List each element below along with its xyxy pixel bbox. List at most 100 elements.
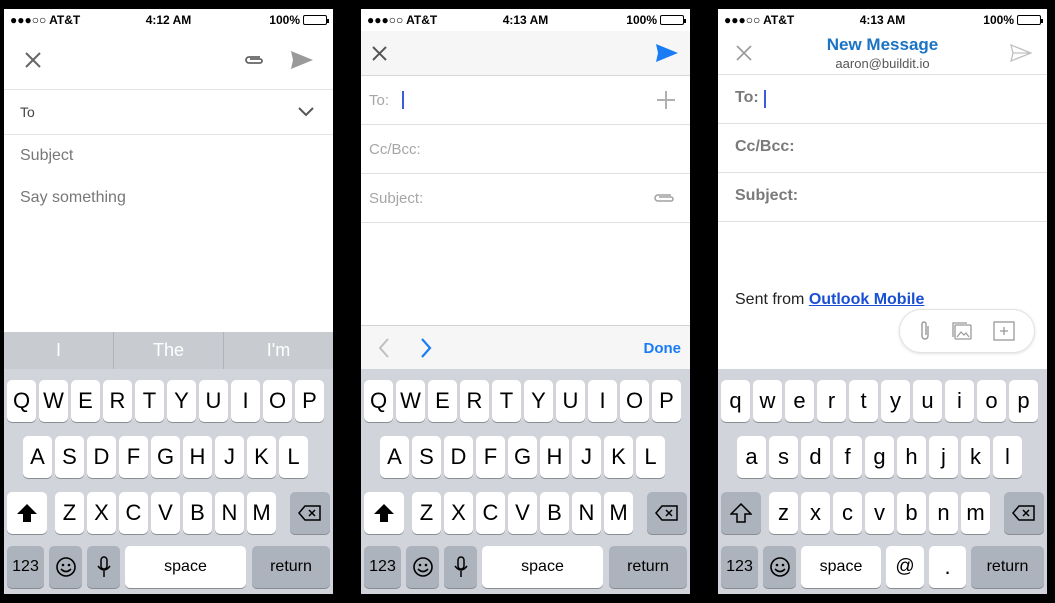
space-key[interactable]: space	[482, 546, 603, 588]
key-j[interactable]: j	[929, 436, 958, 478]
key-g[interactable]: g	[865, 436, 894, 478]
shift-key[interactable]	[364, 492, 404, 534]
key-o[interactable]: o	[977, 380, 1006, 422]
paperclip-icon[interactable]	[919, 320, 931, 342]
chevron-down-icon[interactable]	[297, 104, 315, 120]
emoji-key[interactable]	[49, 546, 82, 588]
key-a[interactable]: A	[380, 436, 409, 478]
key-k[interactable]: K	[247, 436, 276, 478]
subject-field[interactable]: Subject:	[361, 174, 690, 223]
key-o[interactable]: O	[263, 380, 292, 422]
previous-field-icon[interactable]	[375, 337, 393, 359]
key-p[interactable]: P	[295, 380, 324, 422]
key-k[interactable]: K	[604, 436, 633, 478]
subject-field[interactable]: Subject:	[718, 173, 1047, 222]
key-g[interactable]: G	[151, 436, 180, 478]
key-m[interactable]: M	[604, 492, 633, 534]
backspace-key[interactable]	[647, 492, 687, 534]
at-key[interactable]: @	[886, 546, 924, 588]
key-k[interactable]: k	[961, 436, 990, 478]
outlook-mobile-link[interactable]: Outlook Mobile	[809, 291, 925, 308]
space-key[interactable]: space	[125, 546, 246, 588]
key-j[interactable]: J	[215, 436, 244, 478]
key-s[interactable]: s	[769, 436, 798, 478]
key-t[interactable]: T	[492, 380, 521, 422]
key-a[interactable]: a	[737, 436, 766, 478]
suggestion-item[interactable]: I	[4, 332, 114, 369]
key-g[interactable]: G	[508, 436, 537, 478]
key-r[interactable]: r	[817, 380, 846, 422]
to-field[interactable]: To:	[361, 76, 690, 125]
paperclip-icon[interactable]	[650, 190, 678, 206]
return-key[interactable]: return	[609, 546, 687, 588]
key-d[interactable]: d	[801, 436, 830, 478]
key-x[interactable]: X	[87, 492, 116, 534]
add-contact-icon[interactable]	[654, 89, 678, 111]
done-button[interactable]: Done	[644, 340, 682, 357]
photo-icon[interactable]	[950, 320, 974, 342]
key-x[interactable]: x	[801, 492, 830, 534]
key-n[interactable]: N	[572, 492, 601, 534]
key-r[interactable]: R	[460, 380, 489, 422]
key-s[interactable]: S	[55, 436, 84, 478]
key-z[interactable]: Z	[55, 492, 84, 534]
body-input[interactable]: Say something	[20, 189, 126, 207]
calendar-add-icon[interactable]	[992, 321, 1015, 341]
key-r[interactable]: R	[103, 380, 132, 422]
key-n[interactable]: n	[929, 492, 958, 534]
key-p[interactable]: P	[652, 380, 681, 422]
key-w[interactable]: W	[396, 380, 425, 422]
key-h[interactable]: h	[897, 436, 926, 478]
key-w[interactable]: w	[753, 380, 782, 422]
send-icon[interactable]	[289, 48, 315, 72]
return-key[interactable]: return	[971, 546, 1044, 588]
paperclip-icon[interactable]	[241, 49, 267, 71]
key-h[interactable]: H	[540, 436, 569, 478]
key-f[interactable]: F	[119, 436, 148, 478]
key-c[interactable]: C	[476, 492, 505, 534]
key-v[interactable]: v	[865, 492, 894, 534]
key-s[interactable]: S	[412, 436, 441, 478]
key-m[interactable]: m	[961, 492, 990, 534]
next-field-icon[interactable]	[417, 337, 435, 359]
numbers-key[interactable]: 123	[364, 546, 401, 588]
key-d[interactable]: D	[444, 436, 473, 478]
key-i[interactable]: I	[231, 380, 260, 422]
backspace-key[interactable]	[1004, 492, 1044, 534]
shift-key[interactable]	[7, 492, 47, 534]
to-field[interactable]: To:	[718, 75, 1047, 124]
backspace-key[interactable]	[290, 492, 330, 534]
key-o[interactable]: O	[620, 380, 649, 422]
emoji-key[interactable]	[406, 546, 439, 588]
key-y[interactable]: Y	[167, 380, 196, 422]
send-icon[interactable]	[1009, 42, 1033, 64]
key-b[interactable]: B	[183, 492, 212, 534]
key-t[interactable]: T	[135, 380, 164, 422]
space-key[interactable]: space	[801, 546, 881, 588]
dot-key[interactable]: .	[929, 546, 966, 588]
microphone-key[interactable]	[444, 546, 477, 588]
key-u[interactable]: u	[913, 380, 942, 422]
close-icon[interactable]	[369, 43, 389, 63]
key-l[interactable]: L	[279, 436, 308, 478]
suggestion-item[interactable]: The	[114, 332, 224, 369]
key-p[interactable]: p	[1009, 380, 1038, 422]
key-q[interactable]: Q	[364, 380, 393, 422]
key-t[interactable]: t	[849, 380, 878, 422]
key-u[interactable]: U	[556, 380, 585, 422]
key-b[interactable]: B	[540, 492, 569, 534]
key-e[interactable]: E	[428, 380, 457, 422]
cc-bcc-field[interactable]: Cc/Bcc:	[718, 124, 1047, 173]
numbers-key[interactable]: 123	[721, 546, 758, 588]
close-icon[interactable]	[22, 49, 44, 71]
shift-key[interactable]	[721, 492, 761, 534]
key-u[interactable]: U	[199, 380, 228, 422]
key-f[interactable]: F	[476, 436, 505, 478]
numbers-key[interactable]: 123	[7, 546, 44, 588]
key-q[interactable]: Q	[7, 380, 36, 422]
key-f[interactable]: f	[833, 436, 862, 478]
key-n[interactable]: N	[215, 492, 244, 534]
key-x[interactable]: X	[444, 492, 473, 534]
key-v[interactable]: V	[508, 492, 537, 534]
to-field[interactable]: To	[4, 89, 333, 135]
